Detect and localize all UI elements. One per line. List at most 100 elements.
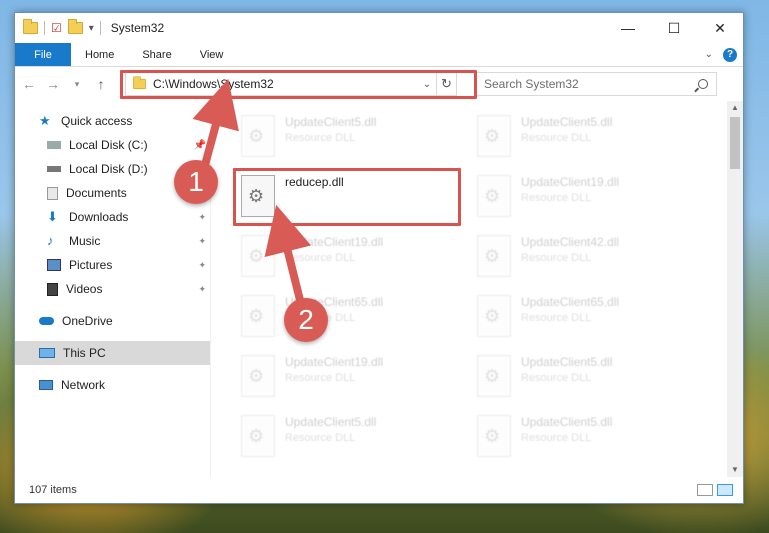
network-icon xyxy=(39,380,53,390)
file-type: Resource DLL xyxy=(285,252,356,264)
file-name: UpdateClient5.dll xyxy=(521,115,613,129)
drive-icon xyxy=(47,141,61,149)
file-name: UpdateClient19.dll xyxy=(285,235,384,249)
tab-home[interactable]: Home xyxy=(71,43,128,66)
minimize-button[interactable]: — xyxy=(605,13,651,43)
pin-icon[interactable]: ✦ xyxy=(198,284,206,295)
sidebar-item-videos[interactable]: Videos ✦ xyxy=(15,277,210,301)
address-highlight-box xyxy=(120,70,477,99)
documents-icon xyxy=(47,186,58,200)
dll-file-icon xyxy=(241,235,275,277)
dll-file-icon xyxy=(477,355,511,397)
sidebar-item-pictures[interactable]: Pictures ✦ xyxy=(15,253,210,277)
list-item[interactable]: UpdateClient5.dll Resource DLL xyxy=(241,411,376,469)
vertical-scrollbar[interactable]: ▲ ▼ xyxy=(727,101,743,477)
large-icons-view-icon[interactable] xyxy=(717,484,733,496)
separator xyxy=(99,21,101,35)
file-type: Resource DLL xyxy=(521,312,592,324)
downloads-icon: ⬇ xyxy=(47,209,58,224)
forward-arrow-icon[interactable]: → xyxy=(45,76,61,92)
file-name: UpdateClient5.dll xyxy=(285,415,377,429)
folder-icon[interactable] xyxy=(23,19,38,34)
list-item[interactable]: UpdateClient5.dll Resource DLL xyxy=(477,411,612,469)
sidebar-item-downloads[interactable]: ⬇ Downloads ✦ xyxy=(15,205,210,229)
tab-file[interactable]: File xyxy=(15,43,71,66)
list-item[interactable]: UpdateClient42.dll Resource DLL xyxy=(477,231,619,289)
sidebar-item-label: Pictures xyxy=(69,258,113,272)
expand-ribbon-icon[interactable]: ⌄ xyxy=(705,49,713,60)
sidebar-item-quick-access[interactable]: ★ Quick access xyxy=(15,109,210,133)
help-icon[interactable]: ? xyxy=(723,47,737,62)
scroll-thumb[interactable] xyxy=(730,117,740,169)
sidebar-item-onedrive[interactable]: OneDrive xyxy=(15,309,210,333)
sidebar-item-label: Videos xyxy=(66,282,103,296)
file-type: Resource DLL xyxy=(521,192,592,204)
list-item[interactable]: UpdateClient19.dll Resource DLL xyxy=(477,171,619,229)
list-item[interactable]: UpdateClient19.dll Resource DLL xyxy=(241,231,383,289)
music-icon: ♪ xyxy=(47,233,54,248)
file-name: UpdateClient19.dll xyxy=(285,355,384,369)
sidebar-item-local-disk-c[interactable]: Local Disk (C:) 📌 xyxy=(15,133,210,157)
ribbon: File Home Share View ⌄ ? xyxy=(15,43,743,67)
search-input[interactable]: Search System32 xyxy=(475,72,717,96)
sidebar-item-label: Music xyxy=(69,234,101,248)
back-arrow-icon[interactable]: ← xyxy=(21,76,37,92)
quick-access-toolbar: ☑ ▾ xyxy=(23,19,101,35)
title-bar: ☑ ▾ System32 — ☐ ✕ xyxy=(15,13,743,43)
navigation-pane: ★ Quick access Local Disk (C:) 📌 Local D… xyxy=(15,101,211,477)
up-arrow-icon[interactable]: ↑ xyxy=(93,76,109,92)
search-placeholder: Search System32 xyxy=(484,77,579,91)
file-list: UpdateClient5.dll Resource DLL UpdateClie… xyxy=(211,101,743,477)
sidebar-item-network[interactable]: Network xyxy=(15,373,210,397)
scroll-down-icon[interactable]: ▼ xyxy=(727,463,743,477)
file-type: Resource DLL xyxy=(521,132,592,144)
search-icon[interactable] xyxy=(698,79,708,89)
list-item[interactable]: UpdateClient5.dll Resource DLL xyxy=(477,111,612,169)
pictures-icon xyxy=(47,259,61,271)
file-type: Resource DLL xyxy=(285,432,356,444)
file-name: UpdateClient42.dll xyxy=(521,235,620,249)
tab-view[interactable]: View xyxy=(186,43,238,66)
tab-share[interactable]: Share xyxy=(128,43,185,66)
file-type: Resource DLL xyxy=(285,372,356,384)
pin-icon[interactable]: ✦ xyxy=(198,212,206,223)
file-name: UpdateClient5.dll xyxy=(285,115,377,129)
pin-icon[interactable]: ✦ xyxy=(198,260,206,271)
window-controls: — ☐ ✕ xyxy=(605,13,743,43)
maximize-button[interactable]: ☐ xyxy=(651,13,697,43)
list-item[interactable]: UpdateClient5.dll Resource DLL xyxy=(477,351,612,409)
file-name: UpdateClient19.dll xyxy=(521,175,620,189)
list-item[interactable]: UpdateClient19.dll Resource DLL xyxy=(241,351,383,409)
pin-icon[interactable]: 📌 xyxy=(194,140,206,151)
dll-file-icon xyxy=(241,355,275,397)
recent-locations-icon[interactable]: ▾ xyxy=(69,79,85,90)
videos-icon xyxy=(47,282,58,296)
dll-file-icon xyxy=(477,415,511,457)
scroll-up-icon[interactable]: ▲ xyxy=(727,101,743,115)
dll-file-icon xyxy=(477,175,511,217)
dll-file-icon xyxy=(241,115,275,157)
star-icon: ★ xyxy=(39,113,51,128)
properties-icon[interactable]: ☑ xyxy=(51,21,62,35)
file-name: UpdateClient5.dll xyxy=(521,415,613,429)
sidebar-item-label: Downloads xyxy=(69,210,129,224)
sidebar-item-this-pc[interactable]: This PC xyxy=(15,341,210,365)
dll-file-icon xyxy=(241,295,275,337)
sidebar-item-label: OneDrive xyxy=(62,314,113,328)
file-type: Resource DLL xyxy=(285,132,356,144)
dll-file-icon xyxy=(477,115,511,157)
list-item[interactable]: UpdateClient65.dll Resource DLL xyxy=(477,291,619,349)
customize-toolbar-icon[interactable]: ▾ xyxy=(89,23,94,34)
pin-icon[interactable]: ✦ xyxy=(198,236,206,247)
separator xyxy=(44,21,45,35)
sidebar-item-music[interactable]: ♪ Music ✦ xyxy=(15,229,210,253)
list-item[interactable]: UpdateClient5.dll Resource DLL xyxy=(241,111,376,169)
item-count: 107 items xyxy=(29,484,77,496)
new-folder-icon[interactable] xyxy=(67,19,83,34)
details-view-icon[interactable] xyxy=(697,484,713,496)
status-bar: 107 items xyxy=(15,477,743,503)
dll-file-icon xyxy=(477,235,511,277)
window-title: System32 xyxy=(110,21,165,35)
step-badge-1: 1 xyxy=(174,160,218,204)
close-button[interactable]: ✕ xyxy=(697,13,743,43)
